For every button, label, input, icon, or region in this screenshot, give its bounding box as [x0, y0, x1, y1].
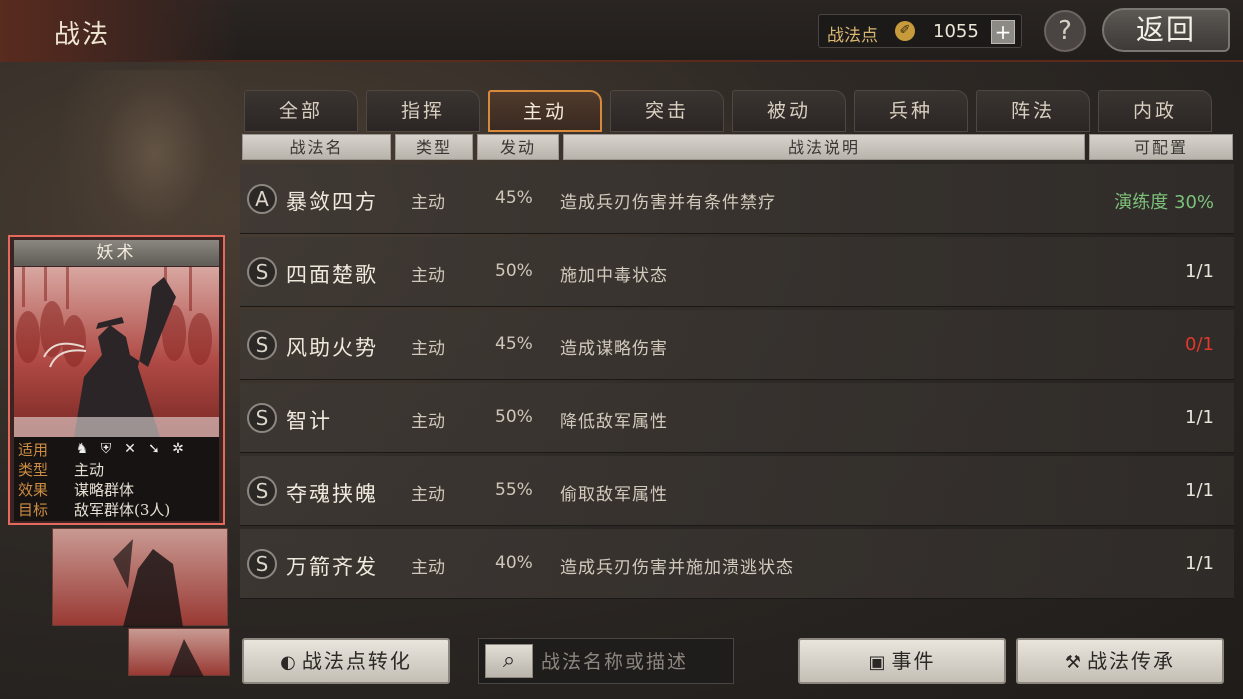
selected-skill-card[interactable]: 妖术 适用 ♞ ⛨ ✕ ➘ ✲ 类型 主动 效果 谋略群体 目标 敌军群体(3人… [8, 235, 225, 525]
convert-points-button[interactable]: ◐ 战法点转化 [242, 638, 450, 684]
skill-type: 主动 [411, 193, 445, 213]
skill-description: 造成兵刃伤害并有条件禁疗 [560, 193, 776, 213]
skill-name: 智计 [286, 409, 332, 433]
skill-availability: 0/1 [1185, 334, 1214, 355]
skill-description: 偷取敌军属性 [560, 485, 668, 505]
skill-name: 风助火势 [286, 336, 378, 360]
grade-badge: S [247, 403, 277, 433]
apply-label: 适用 [18, 441, 49, 459]
skill-row[interactable]: S 智计 主动 50% 降低敌军属性 1/1 [240, 383, 1234, 453]
column-header-avail[interactable]: 可配置 [1089, 134, 1233, 160]
skill-description: 降低敌军属性 [560, 412, 668, 432]
grade-badge: S [247, 549, 277, 579]
event-button[interactable]: ▣ 事件 [798, 638, 1006, 684]
search-input[interactable] [541, 647, 727, 677]
tab-all[interactable]: 全部 [244, 90, 358, 132]
skill-availability: 1/1 [1185, 407, 1214, 428]
tab-passive[interactable]: 被动 [732, 90, 846, 132]
convert-points-label: 战法点转化 [301, 649, 412, 673]
search-bar: ⌕ [478, 638, 734, 684]
grade-badge: S [247, 257, 277, 287]
skill-description: 造成谋略伤害 [560, 339, 668, 359]
add-points-button[interactable]: + [991, 20, 1015, 44]
tab-command[interactable]: 指挥 [366, 90, 480, 132]
points-label: 战法点 [827, 26, 878, 46]
points-drop-icon: ◐ [280, 652, 298, 673]
column-header-rate[interactable]: 发动 [477, 134, 559, 160]
skill-row[interactable]: S 夺魂挟魄 主动 55% 偷取敌军属性 1/1 [240, 456, 1234, 526]
tab-troop[interactable]: 兵种 [854, 90, 968, 132]
card-art-svg [14, 267, 219, 437]
event-label: 事件 [891, 649, 936, 673]
inherit-skill-button[interactable]: ⚒ 战法传承 [1016, 638, 1224, 684]
skill-rate: 45% [495, 188, 533, 208]
title-plate [0, 0, 240, 62]
skill-name: 万箭齐发 [286, 555, 378, 579]
bow-icon: ✕ [124, 441, 136, 457]
stacked-card[interactable] [52, 528, 228, 627]
skill-availability: 1/1 [1185, 553, 1214, 574]
skill-type: 主动 [411, 558, 445, 578]
skill-name: 夺魂挟魄 [286, 482, 378, 506]
spear-icon: ➘ [148, 441, 160, 457]
stacked-card[interactable] [128, 628, 230, 677]
skill-row[interactable]: A 暴敛四方 主动 45% 造成兵刃伤害并有条件禁疗 演练度 30% [240, 164, 1234, 234]
skill-type: 主动 [411, 266, 445, 286]
skill-rate: 40% [495, 553, 533, 573]
grade-badge: S [247, 330, 277, 360]
wheel-icon: ✲ [172, 441, 184, 457]
skill-name: 暴敛四方 [286, 190, 378, 214]
points-value: 1055 [933, 21, 979, 42]
type-value: 主动 [74, 461, 105, 479]
skill-row[interactable]: S 四面楚歌 主动 50% 施加中毒状态 1/1 [240, 237, 1234, 307]
card-info-panel: 适用 ♞ ⛨ ✕ ➘ ✲ 类型 主动 效果 谋略群体 目标 敌军群体(3人) [14, 437, 219, 521]
target-value: 敌军群体(3人) [74, 501, 171, 519]
alert-book-icon: ▣ [868, 652, 888, 673]
skill-rate: 50% [495, 407, 533, 427]
skill-type: 主动 [411, 485, 445, 505]
tab-active[interactable]: 主动 [488, 90, 602, 132]
column-header-type[interactable]: 类型 [395, 134, 473, 160]
target-label: 目标 [18, 501, 49, 519]
skill-rate: 45% [495, 334, 533, 354]
skill-name: 四面楚歌 [286, 263, 378, 287]
back-button[interactable]: 返回 [1102, 8, 1230, 52]
skill-availability: 1/1 [1185, 261, 1214, 282]
column-header-desc: 战法说明 [563, 134, 1085, 160]
help-button[interactable]: ? [1044, 10, 1086, 52]
skill-row[interactable]: S 风助火势 主动 45% 造成谋略伤害 0/1 [240, 310, 1234, 380]
column-header-name[interactable]: 战法名 [242, 134, 391, 160]
tab-internal[interactable]: 内政 [1098, 90, 1212, 132]
grade-badge: S [247, 476, 277, 506]
stacked-card-art [169, 639, 204, 677]
page-title: 战法 [54, 20, 111, 50]
points-coin-icon: ✐ [895, 21, 915, 41]
tab-assault[interactable]: 突击 [610, 90, 724, 132]
skill-availability: 演练度 30% [1114, 192, 1214, 213]
top-bar: 战法 战法点 ✐ 1055 + ? 返回 [0, 0, 1243, 62]
grade-badge: A [247, 184, 277, 214]
effect-label: 效果 [18, 481, 49, 499]
card-title: 妖术 [14, 240, 219, 266]
skill-type: 主动 [411, 412, 445, 432]
hammer-icon: ⚒ [1064, 652, 1084, 673]
cavalry-icon: ♞ [75, 441, 89, 457]
skill-row[interactable]: S 万箭齐发 主动 40% 造成兵刃伤害并施加溃逃状态 1/1 [240, 529, 1234, 599]
skill-description: 施加中毒状态 [560, 266, 668, 286]
stacked-card-art [113, 539, 183, 627]
skill-availability: 1/1 [1185, 480, 1214, 501]
skill-type: 主动 [411, 339, 445, 359]
tab-formation[interactable]: 阵法 [976, 90, 1090, 132]
card-illustration [14, 267, 219, 437]
skill-rate: 55% [495, 480, 533, 500]
skill-rate: 50% [495, 261, 533, 281]
inherit-label: 战法传承 [1087, 649, 1176, 673]
type-label: 类型 [18, 461, 49, 479]
shield-icon: ⛨ [100, 441, 112, 457]
search-icon[interactable]: ⌕ [485, 644, 533, 678]
skill-description: 造成兵刃伤害并施加溃逃状态 [560, 558, 794, 578]
battle-points-display: 战法点 ✐ 1055 + [818, 14, 1022, 48]
effect-value: 谋略群体 [74, 481, 135, 499]
